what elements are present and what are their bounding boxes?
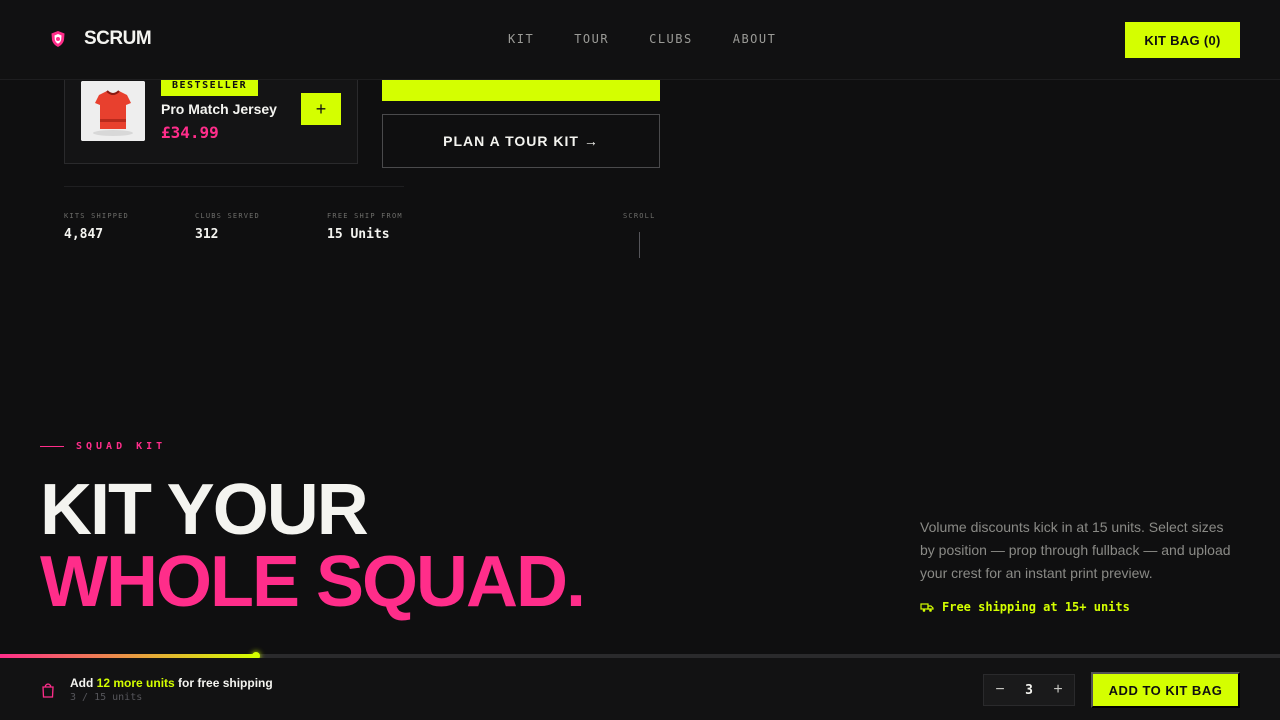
divider bbox=[64, 186, 404, 187]
nav-item-tour[interactable]: TOUR bbox=[574, 32, 609, 46]
nav-item-clubs[interactable]: CLUBS bbox=[649, 32, 693, 46]
add-product-button[interactable]: + bbox=[301, 93, 341, 125]
plan-tour-kit-button[interactable]: PLAN A TOUR KIT → bbox=[382, 114, 660, 168]
kit-bag-button[interactable]: KIT BAG (0) bbox=[1125, 22, 1240, 58]
shipping-unit-count: 3 / 15 units bbox=[70, 692, 143, 703]
shield-crest-icon bbox=[51, 31, 65, 47]
stat-value: 4,847 bbox=[64, 227, 104, 242]
nav-item-kit[interactable]: KIT bbox=[508, 32, 534, 46]
stat-label: FREE SHIP FROM bbox=[327, 212, 403, 220]
main-nav: KIT TOUR CLUBS ABOUT bbox=[508, 32, 776, 46]
product-name: Pro Match Jersey bbox=[161, 101, 277, 117]
stat-value: 15 Units bbox=[327, 227, 390, 242]
nav-item-about[interactable]: ABOUT bbox=[733, 32, 777, 46]
section-description: Volume discounts kick in at 15 units. Se… bbox=[920, 519, 1231, 581]
quantity-value: 3 bbox=[1025, 682, 1033, 698]
section-eyebrow: SQUAD KIT bbox=[40, 441, 166, 452]
quantity-stepper: − 3 + bbox=[983, 674, 1075, 706]
product-price: £34.99 bbox=[161, 123, 219, 142]
shipping-message-suffix: for free shipping bbox=[174, 676, 273, 690]
stat-kits-shipped: KITS SHIPPED 4,847 bbox=[64, 212, 129, 242]
scroll-indicator-label: SCROLL bbox=[623, 212, 656, 220]
shipping-message-prefix: Add bbox=[70, 676, 97, 690]
eyebrow-text: SQUAD KIT bbox=[76, 441, 167, 452]
headline-line-1: KIT YOUR bbox=[40, 470, 369, 550]
shopping-bag-icon bbox=[42, 683, 54, 698]
brand-name: SCRUM bbox=[84, 28, 152, 49]
stat-label: CLUBS SERVED bbox=[195, 212, 260, 220]
stat-value: 312 bbox=[195, 227, 219, 242]
stat-clubs-served: CLUBS SERVED 312 bbox=[195, 212, 260, 242]
free-shipping-text: Free shipping at 15+ units bbox=[942, 600, 1130, 614]
site-header: SCRUM KIT TOUR CLUBS ABOUT KIT BAG (0) bbox=[0, 0, 1280, 80]
quantity-decrease-button[interactable]: − bbox=[993, 681, 1007, 699]
product-image bbox=[81, 81, 145, 141]
stat-label: KITS SHIPPED bbox=[64, 212, 129, 220]
free-shipping-note: Free shipping at 15+ units bbox=[920, 600, 1130, 614]
red-jersey-image bbox=[81, 81, 145, 141]
quantity-increase-button[interactable]: + bbox=[1051, 681, 1065, 699]
shipping-message: Add 12 more units for free shipping bbox=[70, 676, 273, 690]
logo[interactable]: SCRUM bbox=[50, 28, 152, 50]
shipping-message-highlight: 12 more units bbox=[96, 676, 175, 690]
eyebrow-line bbox=[40, 446, 64, 447]
stat-free-ship-from: FREE SHIP FROM 15 Units bbox=[327, 212, 403, 242]
scroll-indicator-line bbox=[639, 232, 640, 258]
truck-icon bbox=[920, 603, 934, 612]
headline-line-2: WHOLE SQUAD. bbox=[40, 542, 586, 622]
add-to-kit-bag-button[interactable]: ADD TO KIT BAG bbox=[1091, 672, 1240, 708]
